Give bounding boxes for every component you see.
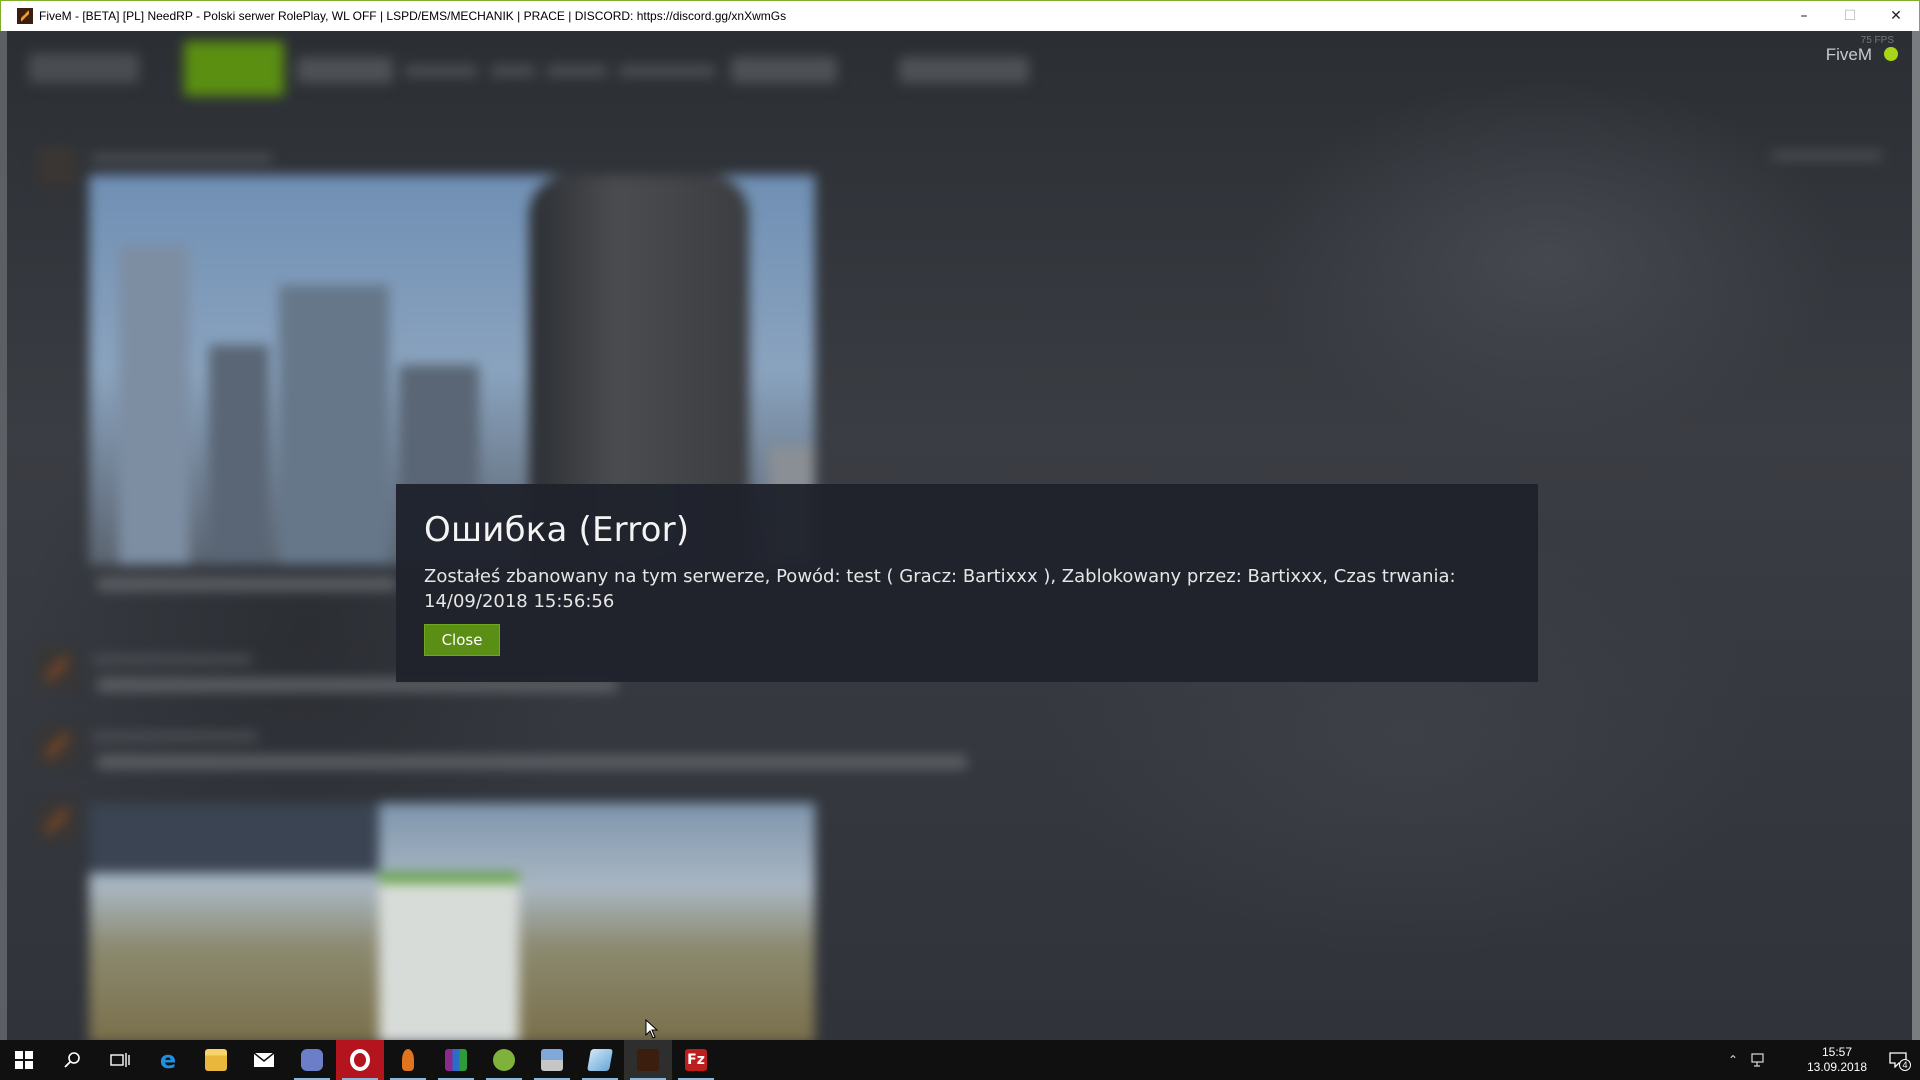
task-view-icon (110, 1053, 130, 1067)
taskbar-opera[interactable] (336, 1040, 384, 1080)
window-title: FiveM - [BETA] [PL] NeedRP - Polski serw… (39, 9, 787, 23)
taskbar-hs-app[interactable] (480, 1040, 528, 1080)
volume-icon[interactable] (1772, 1040, 1798, 1080)
post-meta (92, 154, 272, 163)
post-meta (92, 732, 257, 741)
avatar (37, 726, 77, 766)
notepad-icon (587, 1049, 613, 1071)
taskbar-winrar[interactable] (432, 1040, 480, 1080)
taskbar-fivem[interactable] (624, 1040, 672, 1080)
post-meta (92, 655, 252, 664)
maximize-button[interactable]: ☐ (1827, 1, 1873, 32)
monitor-icon (1751, 1053, 1764, 1067)
mouse-cursor-icon (645, 1019, 659, 1039)
start-button[interactable] (0, 1040, 48, 1080)
fivem-main-menu: 75 FPS FiveM Ошибка (Error) Zostałeś zba… (7, 31, 1912, 1040)
network-icon[interactable] (1746, 1040, 1772, 1080)
taskbar-notepad[interactable] (576, 1040, 624, 1080)
file-explorer-icon (205, 1049, 227, 1071)
status-indicator-icon (1884, 47, 1898, 61)
taskbar-file-explorer[interactable] (192, 1040, 240, 1080)
window-left-edge (0, 31, 7, 1040)
window-right-edge (1912, 31, 1920, 1040)
search-icon (64, 1052, 80, 1068)
windows-taskbar: e Fz ⌃ 15:57 13.09.2018 4 (0, 1040, 1920, 1080)
close-window-button[interactable]: ✕ (1873, 1, 1919, 32)
task-view-button[interactable] (96, 1040, 144, 1080)
post-image (89, 803, 815, 1040)
post-text (97, 755, 967, 769)
game-app-icon (301, 1049, 323, 1071)
taskbar-filezilla[interactable]: Fz (672, 1040, 720, 1080)
clock-date: 13.09.2018 (1806, 1060, 1868, 1074)
nav-favorites-tab[interactable] (547, 65, 607, 77)
fivem-logo (29, 53, 139, 83)
microphone-app-icon (402, 1049, 414, 1071)
top-navigation (7, 31, 1912, 131)
nav-user-profile[interactable] (899, 57, 1029, 83)
window-titlebar[interactable]: FiveM - [BETA] [PL] NeedRP - Polski serw… (0, 0, 1920, 31)
taskbar-edge[interactable]: e (144, 1040, 192, 1080)
hs-app-icon (493, 1049, 515, 1071)
nav-supporters-tab[interactable] (405, 65, 477, 77)
taskbar-clock[interactable]: 15:57 13.09.2018 (1798, 1045, 1876, 1075)
notification-count-badge: 4 (1899, 1059, 1911, 1071)
taskbar-game-app[interactable] (288, 1040, 336, 1080)
clock-time: 15:57 (1821, 1045, 1853, 1059)
dialog-message: Zostałeś zbanowany na tym serwerze, Powó… (424, 566, 1456, 612)
nav-settings-tab[interactable] (731, 57, 837, 83)
taskbar-mail[interactable] (240, 1040, 288, 1080)
edge-icon: e (159, 1046, 177, 1074)
close-button[interactable]: Close (424, 624, 500, 656)
filezilla-icon: Fz (685, 1049, 707, 1071)
window-controls: – ☐ ✕ (1781, 1, 1919, 32)
action-center-button[interactable]: 4 (1876, 1040, 1920, 1080)
nav-servers-tab[interactable] (297, 57, 393, 83)
mail-icon (253, 1052, 275, 1067)
taskbar-network-app[interactable] (528, 1040, 576, 1080)
taskbar-microphone-app[interactable] (384, 1040, 432, 1080)
opera-icon (350, 1049, 370, 1071)
nav-history-tab[interactable] (491, 65, 535, 77)
nav-home-tab[interactable] (184, 41, 284, 96)
system-tray: ⌃ 15:57 13.09.2018 4 (1720, 1040, 1920, 1080)
error-dialog: Ошибка (Error) Zostałeś zbanowany na tym… (396, 484, 1538, 682)
fivem-icon (17, 8, 33, 24)
avatar (37, 801, 77, 841)
search-button[interactable] (48, 1040, 96, 1080)
winrar-icon (445, 1049, 467, 1071)
nav-direct-connect-tab[interactable] (619, 65, 715, 77)
post-meta (1772, 151, 1882, 160)
chevron-up-icon[interactable]: ⌃ (1720, 1040, 1746, 1080)
dialog-title: Ошибка (Error) (424, 510, 690, 550)
avatar (37, 146, 77, 186)
fivem-icon (637, 1049, 659, 1071)
windows-logo-icon (15, 1051, 33, 1069)
network-app-icon (541, 1049, 563, 1071)
avatar (37, 649, 77, 689)
fivem-brand-label: FiveM (1825, 45, 1872, 64)
post-text (97, 577, 397, 591)
minimize-button[interactable]: – (1781, 1, 1827, 32)
